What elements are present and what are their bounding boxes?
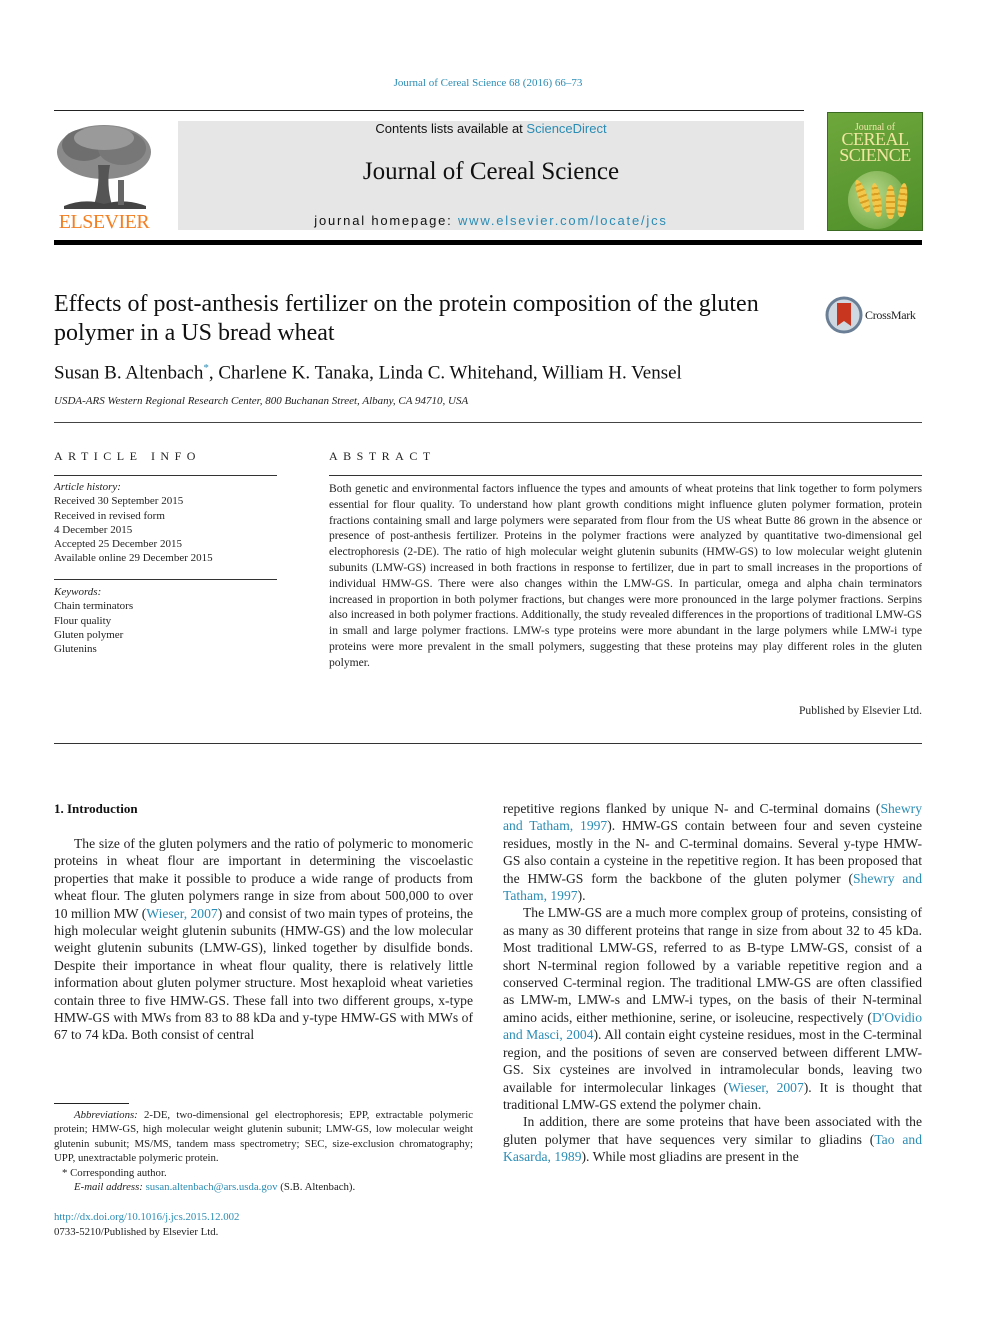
footnotes: Abbreviations: 2-DE, two-dimensional gel…	[54, 1108, 473, 1194]
corresponding-author-note: * Corresponding author.	[62, 1166, 167, 1179]
divider	[54, 422, 922, 423]
crossmark-icon	[825, 296, 863, 334]
email-label: E-mail address:	[74, 1181, 143, 1194]
contents-line: Contents lists available at ScienceDirec…	[178, 121, 804, 136]
journal-homepage-link[interactable]: www.elsevier.com/locate/jcs	[458, 213, 668, 228]
body-column-right: repetitive regions flanked by unique N- …	[503, 800, 922, 1166]
contents-prefix: Contents lists available at	[375, 121, 527, 136]
paragraph-text: The LMW-GS are a much more complex group…	[503, 905, 922, 1025]
crossmark-button[interactable]: CrossMark	[825, 296, 925, 336]
body-column-left: The size of the gluten polymers and the …	[54, 835, 473, 1044]
paragraph-text: ). While most gliadins are present in th…	[581, 1149, 799, 1165]
homepage-prefix: journal homepage:	[314, 213, 458, 228]
author-list: Susan B. Altenbach*, Charlene K. Tanaka,…	[54, 362, 682, 384]
masthead-bottom-rule	[54, 240, 922, 245]
sciencedirect-link[interactable]: ScienceDirect	[526, 121, 606, 136]
article-title: Effects of post-anthesis fertilizer on t…	[54, 291, 759, 346]
footnote-divider	[54, 1103, 129, 1104]
citation-link[interactable]: Wieser, 2007	[146, 906, 217, 921]
abstract-text: Both genetic and environmental factors i…	[329, 482, 922, 669]
issn-line: 0733-5210/Published by Elsevier Ltd.	[54, 1226, 219, 1238]
divider	[54, 743, 922, 744]
article-info-heading: ARTICLE INFO	[54, 449, 201, 463]
doi-link[interactable]: http://dx.doi.org/10.1016/j.jcs.2015.12.…	[54, 1210, 239, 1225]
journal-homepage-line: journal homepage: www.elsevier.com/locat…	[178, 213, 804, 228]
affiliation: USDA-ARS Western Regional Research Cente…	[54, 395, 469, 407]
divider	[54, 475, 277, 476]
paragraph: In addition, there are some proteins tha…	[503, 1113, 922, 1165]
email-suffix: (S.B. Altenbach).	[277, 1181, 356, 1194]
author-names-rest: , Charlene K. Tanaka, Linda C. Whitehand…	[208, 362, 682, 384]
paragraph-text: In addition, there are some proteins tha…	[503, 1114, 922, 1147]
elsevier-wordmark: ELSEVIER	[58, 211, 150, 233]
paragraph: The size of the gluten polymers and the …	[54, 835, 473, 1044]
divider	[54, 579, 277, 580]
paragraph: The LMW-GS are a much more complex group…	[503, 904, 922, 1113]
keyword-item: Flour quality	[54, 614, 112, 627]
history-label: Article history:	[54, 481, 121, 493]
keyword-item: Gluten polymer	[54, 628, 124, 641]
paragraph-text: ).	[577, 888, 586, 904]
keyword-item: Chain terminators	[54, 600, 134, 613]
history-item: Received in revised form	[54, 509, 165, 522]
history-item: Accepted 25 December 2015	[54, 538, 182, 551]
paragraph-text: repetitive regions flanked by unique N- …	[503, 801, 881, 816]
divider	[329, 475, 922, 476]
abbreviations-footnote: Abbreviations: 2-DE, two-dimensional gel…	[54, 1108, 473, 1166]
cover-title-line2: CEREAL SCIENCE	[828, 130, 922, 165]
email-footnote: E-mail address: susan.altenbach@ars.usda…	[54, 1180, 473, 1194]
keywords-list: Keywords: Chain terminators Flour qualit…	[54, 585, 133, 656]
article-history: Article history: Received 30 September 2…	[54, 480, 213, 566]
author-name[interactable]: Susan B. Altenbach	[54, 362, 203, 383]
keywords-label: Keywords:	[54, 586, 102, 598]
doi-block: http://dx.doi.org/10.1016/j.jcs.2015.12.…	[54, 1210, 239, 1240]
paragraph-text: ) and consist of two main types of prote…	[54, 905, 474, 1043]
masthead-top-rule	[54, 110, 804, 111]
citation-link[interactable]: Wieser, 2007	[728, 1080, 804, 1095]
masthead-box: Contents lists available at ScienceDirec…	[178, 121, 804, 230]
history-item: 4 December 2015	[54, 523, 133, 536]
abstract-publisher-note: Published by Elsevier Ltd.	[798, 704, 922, 717]
keyword-item: Glutenins	[54, 643, 97, 656]
crossmark-label: CrossMark	[865, 308, 916, 322]
journal-title: Journal of Cereal Science	[362, 158, 620, 185]
section-heading-introduction: 1. Introduction	[54, 801, 138, 816]
elsevier-tree-icon	[57, 125, 151, 209]
email-link[interactable]: susan.altenbach@ars.usda.gov	[146, 1181, 278, 1193]
abstract-heading: ABSTRACT	[329, 449, 436, 463]
cover-title-science: SCIENCE	[839, 145, 911, 165]
elsevier-logo[interactable]: ELSEVIER	[54, 120, 154, 234]
abbreviations-label: Abbreviations:	[74, 1109, 138, 1121]
history-item: Received 30 September 2015	[54, 495, 184, 508]
wheat-ear-icon	[886, 185, 895, 219]
journal-cover-image[interactable]: Journal of CEREAL SCIENCE	[827, 112, 923, 231]
journal-reference-link[interactable]: Journal of Cereal Science 68 (2016) 66–7…	[0, 77, 976, 89]
history-item: Available online 29 December 2015	[54, 552, 213, 565]
paragraph: repetitive regions flanked by unique N- …	[503, 800, 922, 904]
